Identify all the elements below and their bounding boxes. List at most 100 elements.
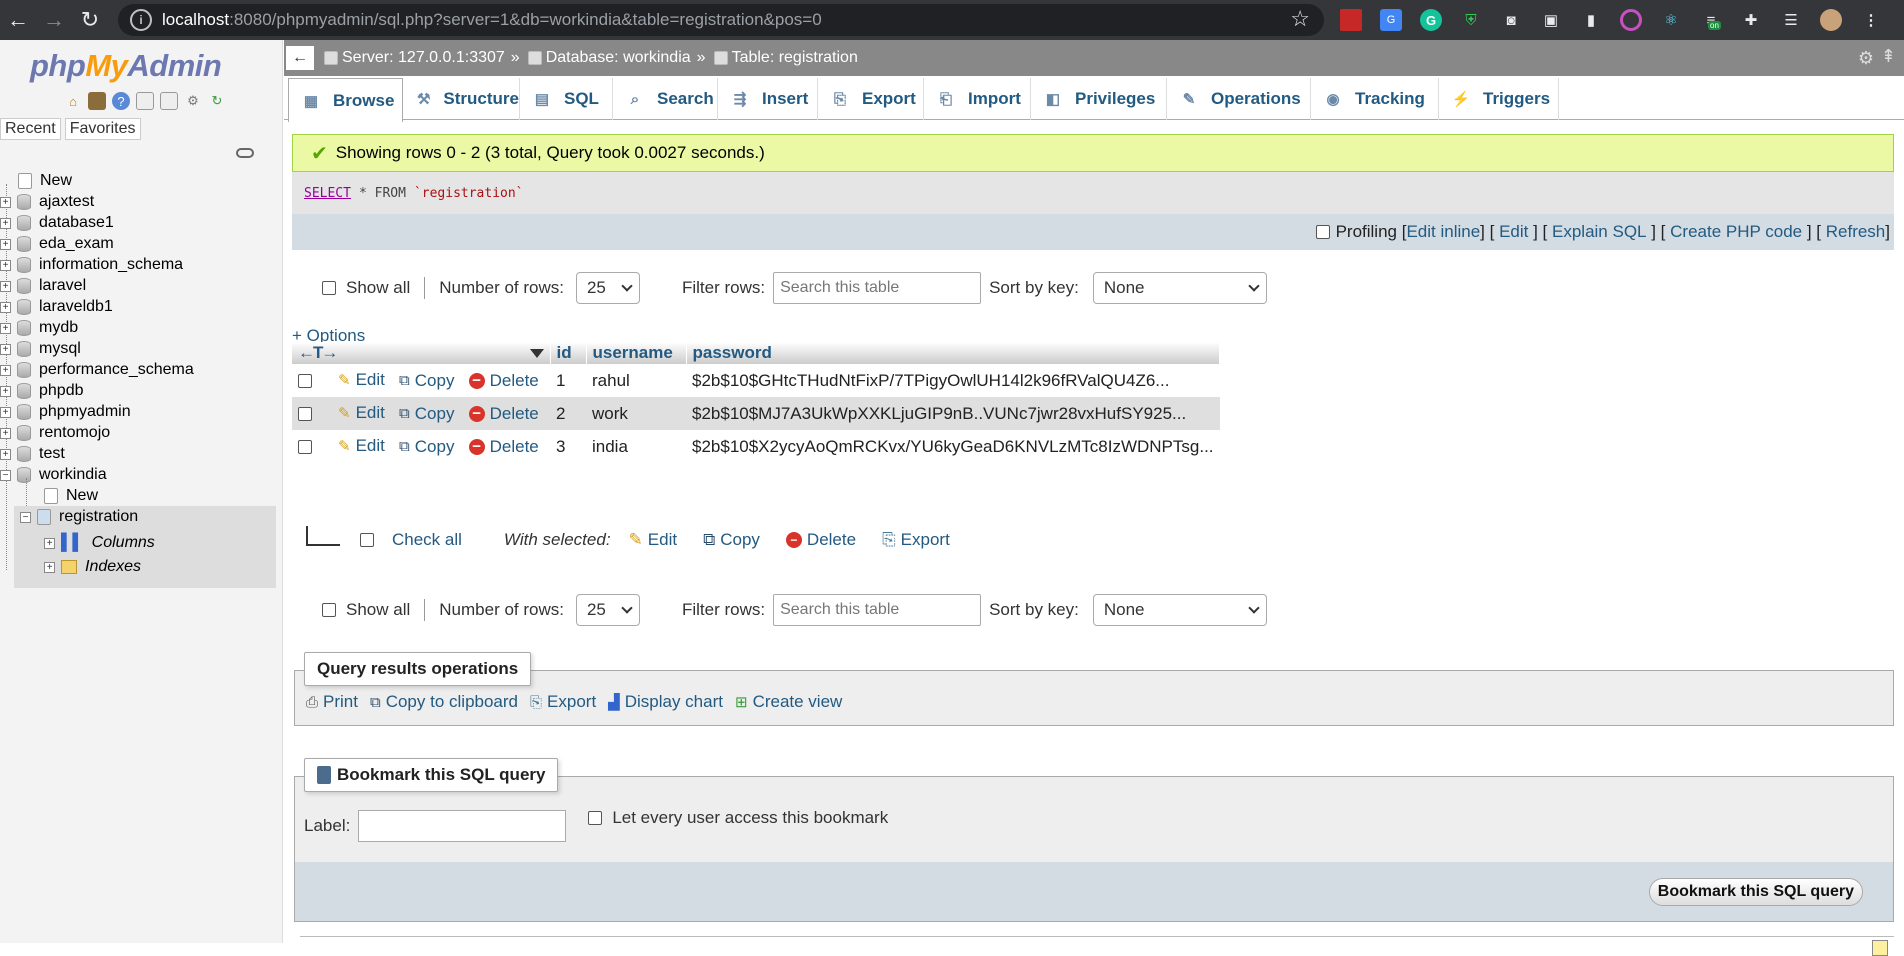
- puzzle-icon[interactable]: ✚: [1740, 9, 1762, 31]
- grammarly-icon[interactable]: G: [1420, 9, 1442, 31]
- profiling-checkbox[interactable]: [1315, 225, 1330, 239]
- cell-password[interactable]: $2b$10$MJ7A3UkWpXXKLjuGIP9nB..VUNc7jwr28…: [686, 397, 1220, 430]
- row-edit-button[interactable]: ✎ Edit: [338, 436, 385, 456]
- bookmark-submit-button[interactable]: Bookmark this SQL query: [1648, 878, 1863, 906]
- bookmark-label-input[interactable]: [358, 810, 567, 842]
- bulk-edit-button[interactable]: ✎ Edit: [629, 530, 678, 550]
- help-icon[interactable]: ?: [112, 92, 130, 110]
- tree-item-database[interactable]: + information_schema: [0, 254, 183, 276]
- shield-icon[interactable]: ⛨: [1460, 9, 1482, 31]
- settings-gear-icon[interactable]: ⚙: [184, 92, 202, 110]
- link-with-main-icon[interactable]: [236, 148, 254, 158]
- number-of-rows-select[interactable]: 25: [575, 272, 640, 304]
- column-header-username[interactable]: username: [586, 342, 687, 364]
- tree-item-columns[interactable]: + ▌▌ Columns: [44, 534, 155, 552]
- cell-password[interactable]: $2b$10$X2ycyAoQmRCKvx/YU6kyGeaD6KNVLzMTc…: [686, 430, 1220, 463]
- forward-arrow-icon[interactable]: →: [36, 0, 72, 40]
- sort-by-key-select[interactable]: None: [1092, 272, 1267, 304]
- bookmark-star-icon[interactable]: ☆: [1290, 6, 1310, 32]
- site-info-icon[interactable]: i: [130, 9, 152, 31]
- tab-export[interactable]: ⎘ Export: [818, 78, 924, 120]
- filter-rows-input[interactable]: [773, 272, 982, 304]
- list-extension-icon[interactable]: ≡ on: [1700, 9, 1722, 31]
- column-header-password[interactable]: password: [686, 342, 1221, 364]
- tree-item-database[interactable]: + phpdb: [0, 380, 84, 402]
- row-edit-button[interactable]: ✎ Edit: [338, 403, 385, 423]
- avatar[interactable]: [1820, 9, 1842, 31]
- column-dropdown-icon[interactable]: [529, 349, 544, 358]
- tree-item-database[interactable]: + test: [0, 443, 65, 465]
- collapse-nav-icon[interactable]: ←: [286, 46, 314, 70]
- color-picker-icon[interactable]: [1620, 9, 1642, 31]
- copy-to-clipboard-link[interactable]: ⧉ Copy to clipboard: [370, 692, 518, 712]
- recent-tab[interactable]: Recent: [0, 118, 61, 140]
- tree-item-database[interactable]: + laraveldb1: [0, 296, 113, 318]
- tree-item-database[interactable]: + ajaxtest: [0, 191, 94, 213]
- tree-item-database[interactable]: + performance_schema: [0, 359, 194, 381]
- tab-sql[interactable]: ▤ SQL: [520, 78, 613, 120]
- reading-list-icon[interactable]: ☰: [1780, 9, 1802, 31]
- create-php-code-link[interactable]: Create PHP code: [1670, 222, 1802, 242]
- row-delete-button[interactable]: − Delete: [468, 371, 539, 391]
- tab-operations[interactable]: ✎ Operations: [1167, 78, 1311, 120]
- edit-link[interactable]: Edit: [1499, 222, 1528, 242]
- cell-username[interactable]: india: [586, 430, 686, 463]
- docs-icon[interactable]: [136, 92, 154, 110]
- display-chart-link[interactable]: ▟ Display chart: [608, 692, 723, 712]
- page-icon[interactable]: [160, 92, 178, 110]
- show-all-checkbox[interactable]: [322, 281, 336, 295]
- tab-triggers[interactable]: ⚡ Triggers: [1439, 78, 1559, 120]
- tree-item-new[interactable]: New: [0, 170, 72, 192]
- row-copy-button[interactable]: ⧉ Copy: [399, 404, 454, 424]
- check-all-label[interactable]: Check all: [392, 530, 462, 550]
- refresh-link[interactable]: Refresh: [1826, 222, 1886, 242]
- number-of-rows-select[interactable]: 25: [575, 594, 640, 626]
- breadcrumb-table[interactable]: Table: registration: [713, 49, 858, 67]
- tab-search[interactable]: ⌕ Search: [613, 78, 718, 120]
- tab-tracking[interactable]: ◉ Tracking: [1311, 78, 1439, 120]
- show-all-checkbox[interactable]: [322, 603, 336, 617]
- row-delete-button[interactable]: − Delete: [468, 404, 539, 424]
- export-link[interactable]: ⎘ Export: [530, 692, 596, 712]
- row-checkbox[interactable]: [298, 374, 312, 389]
- tree-item-database[interactable]: + phpmyadmin: [0, 401, 131, 423]
- cell-password[interactable]: $2b$10$GHtcTHudNtFixP/7TPigyOwlUH14l2k96…: [686, 364, 1220, 397]
- sql-keyword[interactable]: SELECT: [304, 186, 351, 201]
- tree-item-database[interactable]: + mydb: [0, 317, 78, 339]
- tab-insert[interactable]: ⇶ Insert: [718, 78, 818, 120]
- bulk-export-button[interactable]: ⎘ Export: [882, 530, 950, 550]
- print-link[interactable]: ⎙ Print: [306, 692, 358, 712]
- cell-id[interactable]: 2: [550, 397, 586, 430]
- tree-item-database[interactable]: + rentomojo: [0, 422, 110, 444]
- console-icon[interactable]: [1872, 940, 1888, 956]
- bulk-delete-button[interactable]: − Delete: [785, 530, 856, 550]
- reload-icon[interactable]: ↻: [72, 0, 108, 40]
- row-copy-button[interactable]: ⧉ Copy: [399, 437, 454, 457]
- cell-username[interactable]: rahul: [586, 364, 686, 397]
- tree-item-workindia-new[interactable]: New: [26, 485, 98, 507]
- column-arrows-icon[interactable]: ←T→: [298, 343, 338, 362]
- cell-id[interactable]: 3: [550, 430, 586, 463]
- window-icon[interactable]: ▣: [1540, 9, 1562, 31]
- camera-icon[interactable]: ◙: [1500, 9, 1522, 31]
- tree-item-workindia[interactable]: − workindia: [0, 464, 107, 486]
- create-view-link[interactable]: ⊞ Create view: [735, 692, 842, 712]
- check-all-checkbox[interactable]: [360, 533, 374, 547]
- edit-inline-link[interactable]: Edit inline: [1406, 222, 1480, 242]
- filter-rows-input[interactable]: [773, 594, 982, 626]
- bookmark-share-checkbox[interactable]: [588, 811, 603, 825]
- tab-browse[interactable]: ▦ Browse: [288, 78, 403, 122]
- row-checkbox[interactable]: [298, 440, 312, 455]
- sort-by-key-select[interactable]: None: [1092, 594, 1267, 626]
- collapse-top-icon[interactable]: ⇞: [1881, 46, 1896, 67]
- address-bar[interactable]: i localhost:8080/phpmyadmin/sql.php?serv…: [118, 4, 1324, 36]
- explain-sql-link[interactable]: Explain SQL: [1552, 222, 1647, 242]
- tab-privileges[interactable]: ◧ Privileges: [1031, 78, 1167, 120]
- translate-icon[interactable]: G: [1380, 9, 1402, 31]
- tree-item-database[interactable]: + database1: [0, 212, 114, 234]
- back-arrow-icon[interactable]: ←: [0, 0, 36, 40]
- react-icon[interactable]: ⚛: [1660, 9, 1682, 31]
- cell-username[interactable]: work: [586, 397, 686, 430]
- tree-item-database[interactable]: + eda_exam: [0, 233, 114, 255]
- extension-red-icon[interactable]: [1340, 9, 1362, 31]
